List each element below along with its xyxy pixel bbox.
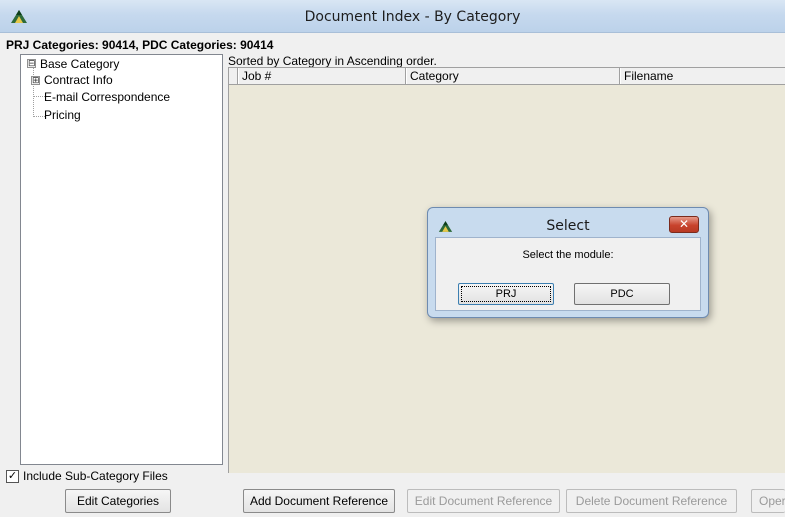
select-module-dialog: Select ✕ Select the module: PRJ PDC [427, 207, 709, 318]
window-title: Document Index - By Category [304, 9, 521, 25]
column-header-job[interactable]: Job # [238, 68, 406, 84]
collapse-icon[interactable]: ⊟ [27, 59, 36, 68]
include-subcategory-checkbox[interactable]: ✓ [6, 470, 19, 483]
tree-node-label: Contract Info [44, 73, 113, 87]
grid-header: Job # Category Filename [229, 68, 785, 85]
tree-node-pricing[interactable]: Pricing [44, 107, 81, 123]
close-icon[interactable]: ✕ [669, 216, 699, 233]
pdc-button[interactable]: PDC [574, 283, 670, 305]
column-header-filename[interactable]: Filename [620, 68, 785, 84]
title-bar: Document Index - By Category [0, 0, 785, 33]
prj-button[interactable]: PRJ [458, 283, 554, 305]
tree-connector [33, 66, 34, 117]
expand-icon[interactable]: ⊞ [31, 76, 40, 85]
include-subcategory-label: Include Sub-Category Files [23, 469, 168, 483]
dialog-title: Select [546, 218, 590, 234]
delete-document-reference-button[interactable]: Delete Document Reference [566, 489, 737, 513]
dialog-body: Select the module: PRJ PDC [435, 237, 701, 311]
open-button[interactable]: Oper [751, 489, 785, 513]
edit-document-reference-button[interactable]: Edit Document Reference [407, 489, 560, 513]
category-tree[interactable]: ⊟ Base Category ⊞ Contract Info E-mail C… [20, 54, 223, 465]
dialog-message: Select the module: [522, 249, 614, 261]
column-header-category[interactable]: Category [406, 68, 620, 84]
row-selector-header [229, 68, 238, 84]
tree-node-label: Pricing [44, 108, 81, 122]
tree-node-email-correspondence[interactable]: E-mail Correspondence [44, 89, 170, 105]
tree-node-label: E-mail Correspondence [44, 90, 171, 104]
add-document-reference-button[interactable]: Add Document Reference [243, 489, 395, 513]
tree-node-label: Base Category [40, 57, 120, 71]
categories-header: PRJ Categories: 90414, PDC Categories: 9… [6, 38, 274, 52]
edit-categories-button[interactable]: Edit Categories [65, 489, 171, 513]
sort-status: Sorted by Category in Ascending order. [228, 54, 437, 68]
